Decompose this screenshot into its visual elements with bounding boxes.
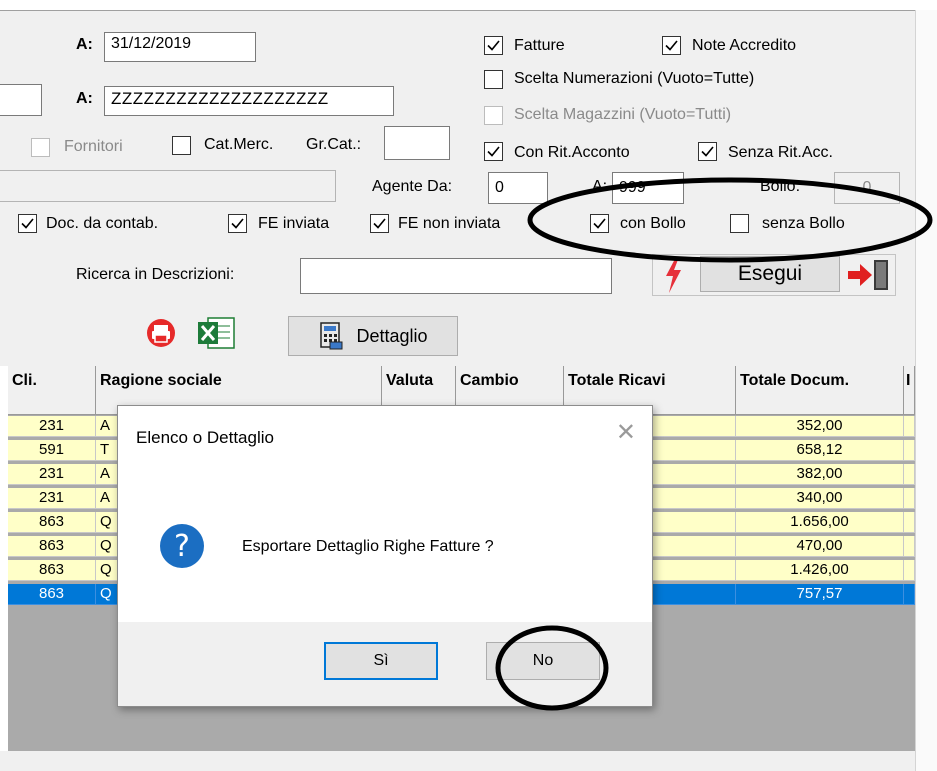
no-button-annotation-circle — [495, 625, 609, 711]
bollo-annotation-circle — [527, 177, 933, 263]
annotation-overlay — [495, 177, 933, 711]
